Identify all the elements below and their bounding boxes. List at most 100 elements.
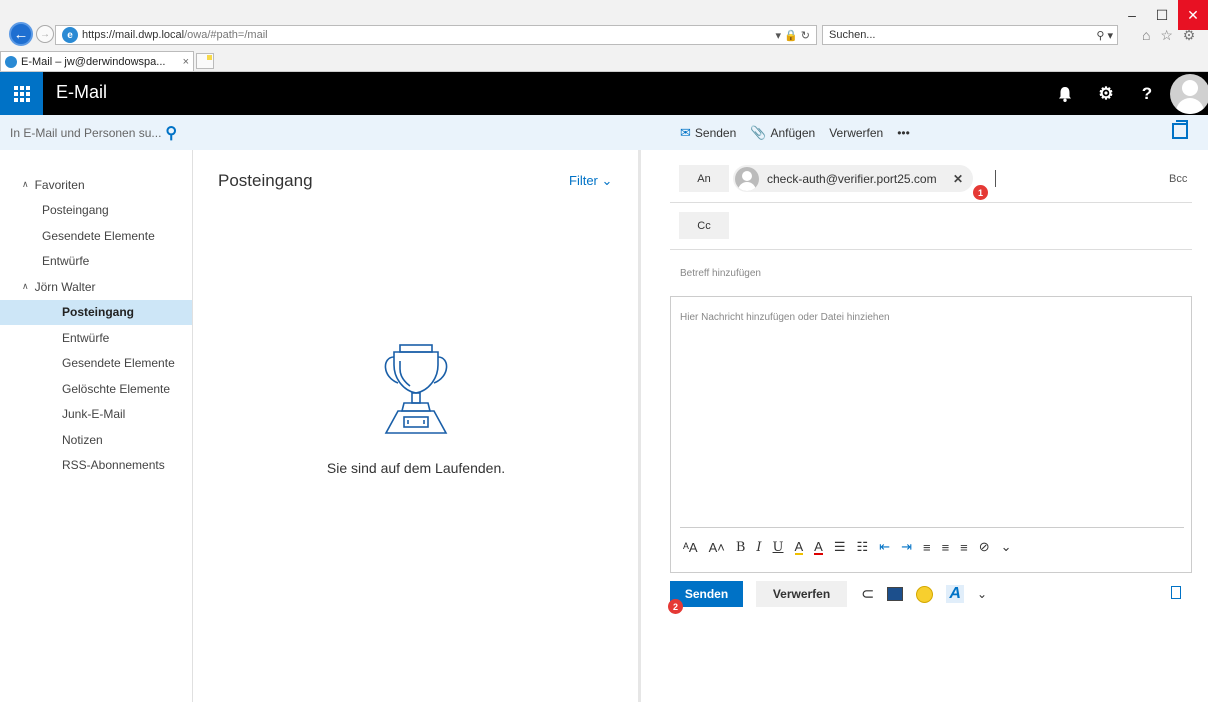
browser-search-input[interactable]: Suchen... ⚲ ▾	[822, 25, 1118, 45]
more-actions-label: •••	[897, 125, 910, 140]
folder-item-rss[interactable]: RSS-Abonnements	[0, 453, 192, 479]
send-command[interactable]: ✉ Senden	[680, 125, 736, 141]
forward-button[interactable]: →	[36, 25, 54, 43]
tab-title: E-Mail – jw@derwindowspa...	[21, 55, 166, 68]
folder-item-sent[interactable]: Gesendete Elemente	[0, 351, 192, 377]
folder-pane: ∧ Favoriten Posteingang Gesendete Element…	[0, 150, 193, 702]
new-tab-button[interactable]	[196, 53, 214, 69]
numbering-icon[interactable]: ☷	[857, 539, 869, 555]
body-placeholder: Hier Nachricht hinzufügen oder Datei hin…	[680, 312, 890, 323]
app-launcher-icon[interactable]	[0, 72, 43, 115]
compose-pane: An check-auth@verifier.port25.com ✕ Bcc …	[641, 150, 1208, 702]
collapse-caret-icon[interactable]: ∧	[22, 281, 29, 292]
step-marker-1: 1	[973, 185, 988, 200]
underline-icon[interactable]: U	[773, 540, 784, 555]
favorite-item-drafts[interactable]: Entwürfe	[0, 249, 192, 275]
search-icon[interactable]: ⚲ ▾	[1096, 29, 1113, 42]
tab-close-icon[interactable]: ×	[183, 56, 189, 68]
align-center-icon[interactable]: ≡	[942, 540, 950, 555]
to-input-caret[interactable]	[995, 170, 996, 187]
favorite-item-sent[interactable]: Gesendete Elemente	[0, 223, 192, 249]
italic-icon[interactable]: I	[756, 540, 761, 555]
link-icon[interactable]: ⊘	[979, 539, 990, 555]
bold-icon[interactable]: B	[736, 540, 746, 555]
attach-command[interactable]: 📎 Anfügen	[750, 125, 815, 141]
attach-icon[interactable]: ⊂	[861, 584, 874, 604]
signature-icon[interactable]: A	[946, 585, 964, 603]
folder-item-notes[interactable]: Notizen	[0, 427, 192, 453]
send-mail-icon: ✉	[680, 124, 691, 140]
close-window-button[interactable]: ✕	[1178, 0, 1208, 30]
formatting-toolbar: ᴬA A˄ B I U A A ☰ ☷ ⇤ ⇥ ≡ ≡ ≡ ⊘ ⌄	[683, 539, 1012, 555]
discard-command[interactable]: Verwerfen	[829, 126, 883, 140]
maximize-button[interactable]: ☐	[1147, 0, 1177, 30]
emoji-icon[interactable]	[916, 585, 934, 603]
folder-item-drafts[interactable]: Entwürfe	[0, 325, 192, 351]
ie-icon: e	[62, 27, 78, 43]
bullets-icon[interactable]: ☰	[834, 539, 846, 555]
to-button[interactable]: An	[679, 165, 729, 192]
highlight-icon[interactable]: A	[794, 540, 804, 555]
font-size-icon[interactable]: ᴬA	[683, 540, 698, 555]
divider	[670, 249, 1192, 250]
folder-item-inbox[interactable]: Posteingang	[0, 299, 192, 325]
back-button[interactable]: ←	[9, 22, 33, 46]
url-text: https://mail.dwp.local/owa/#path=/mail	[82, 29, 775, 41]
filter-dropdown[interactable]: Filter ⌄	[569, 173, 612, 189]
grow-font-icon[interactable]: A˄	[709, 540, 725, 555]
divider	[670, 202, 1192, 203]
minimize-button[interactable]: –	[1117, 0, 1147, 30]
compose-tools: ⊂ A ⌄	[861, 584, 987, 604]
discard-button[interactable]: Verwerfen	[756, 581, 847, 607]
attach-command-label: Anfügen	[770, 125, 816, 140]
popout-icon[interactable]	[1172, 120, 1188, 139]
font-color-icon[interactable]: A	[814, 540, 823, 555]
user-avatar[interactable]	[1170, 74, 1208, 114]
favorite-item-inbox[interactable]: Posteingang	[0, 198, 192, 224]
remove-recipient-icon[interactable]: ✕	[953, 172, 963, 186]
empty-inbox-message: Sie sind auf dem Laufenden.	[326, 460, 506, 476]
mail-search-placeholder: In E-Mail und Personen su...	[10, 125, 162, 140]
divider	[680, 527, 1184, 528]
send-command-label: Senden	[694, 125, 737, 140]
app-title: E-Mail	[56, 82, 108, 102]
url-path: /owa/#path=/mail	[184, 29, 268, 41]
mail-search-input[interactable]: In E-Mail und Personen su... ⚲	[0, 115, 193, 150]
align-right-icon[interactable]: ≡	[960, 540, 968, 555]
tab-ie-icon	[5, 55, 17, 68]
outdent-icon[interactable]: ⇤	[879, 539, 890, 555]
contact-avatar-icon	[735, 166, 759, 191]
settings-gear-icon[interactable]: ⚙	[1086, 72, 1126, 115]
search-icon[interactable]: ⚲	[165, 123, 177, 143]
more-formatting-icon[interactable]: ⌄	[1001, 539, 1012, 555]
insert-picture-icon[interactable]	[887, 587, 904, 601]
subject-input[interactable]: Betreff hinzufügen	[680, 268, 761, 279]
account-header[interactable]: ∧ Jörn Walter	[0, 274, 192, 300]
cc-button[interactable]: Cc	[679, 212, 729, 239]
draft-icon[interactable]	[1171, 586, 1181, 599]
collapse-caret-icon[interactable]: ∧	[22, 179, 29, 190]
discard-command-label: Verwerfen	[829, 125, 884, 140]
browser-search-placeholder: Suchen...	[829, 29, 876, 41]
favorites-header[interactable]: ∧ Favoriten	[0, 172, 192, 198]
address-bar[interactable]: e https://mail.dwp.local/owa/#path=/mail…	[55, 25, 817, 45]
account-header-label: Jörn Walter	[34, 279, 96, 294]
refresh-lock-icons[interactable]: ▾ 🔒 ↻	[775, 29, 810, 42]
help-icon[interactable]: ?	[1127, 72, 1167, 115]
command-bar: In E-Mail und Personen su... ⚲ ✉ Senden 📎…	[0, 115, 1208, 150]
align-left-icon[interactable]: ≡	[923, 540, 931, 555]
browser-tab[interactable]: E-Mail – jw@derwindowspa... ×	[0, 51, 194, 71]
chevron-down-icon[interactable]: ⌄	[977, 587, 987, 601]
more-actions-button[interactable]: •••	[897, 126, 910, 140]
bcc-button[interactable]: Bcc	[1169, 173, 1187, 185]
folder-item-junk[interactable]: Junk-E-Mail	[0, 402, 192, 428]
folder-item-deleted[interactable]: Gelöschte Elemente	[0, 376, 192, 402]
recipient-chip[interactable]: check-auth@verifier.port25.com ✕	[733, 165, 973, 192]
message-body-editor[interactable]: Hier Nachricht hinzufügen oder Datei hin…	[670, 296, 1192, 573]
compose-actions: ✉ Senden 📎 Anfügen Verwerfen •••	[680, 115, 910, 150]
home-favorites-settings-icons[interactable]: ⌂ ☆ ⚙	[1142, 27, 1198, 44]
waffle-icon	[13, 85, 30, 102]
notifications-bell-icon[interactable]	[1045, 72, 1085, 115]
bell-icon	[1059, 86, 1071, 102]
indent-icon[interactable]: ⇥	[901, 539, 912, 555]
